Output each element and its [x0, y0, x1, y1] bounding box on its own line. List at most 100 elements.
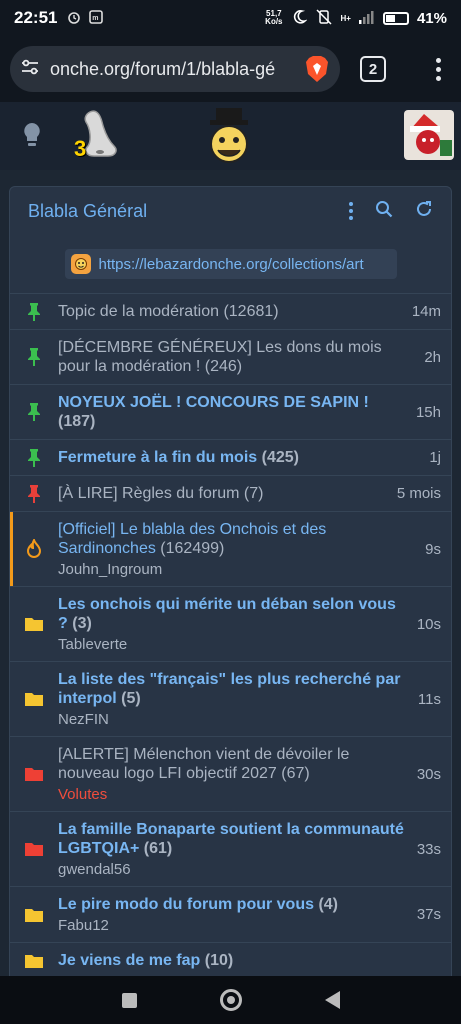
network-type: H+	[340, 13, 351, 23]
pin-icon	[24, 484, 44, 504]
topic-message-count: (3)	[72, 615, 92, 632]
pin-icon	[24, 402, 44, 422]
topic-title[interactable]: [ALERTE] Mélenchon vient de dévoiler le …	[58, 745, 407, 783]
recents-button[interactable]	[121, 992, 137, 1008]
topic-message-count: (187)	[58, 413, 96, 430]
topic-last-activity: 15h	[415, 403, 441, 421]
svg-text:m: m	[93, 15, 99, 22]
alarm-icon	[67, 10, 81, 27]
topic-message-count: (246)	[204, 358, 243, 375]
nose-count-badge: 3	[74, 136, 87, 161]
topic-row[interactable]: [DÉCEMBRE GÉNÉREUX] Les dons du mois pou…	[10, 329, 451, 384]
status-bar: 22:51 m 51,7 Ko/s H+ 41%	[0, 0, 461, 36]
forum-options-icon[interactable]	[349, 202, 353, 220]
topic-title[interactable]: Je viens de me fap (10)	[58, 951, 431, 970]
topic-last-activity: 14m	[411, 303, 441, 320]
vibrate-off-icon	[315, 8, 333, 28]
address-bar[interactable]: onche.org/forum/1/blabla-gé	[10, 46, 340, 92]
bazar-logo-icon	[70, 254, 91, 274]
topic-message-count: (7)	[243, 485, 264, 502]
topic-message-count: (67)	[281, 765, 310, 782]
back-button[interactable]	[324, 991, 340, 1009]
topic-list: Topic de la modération (12681) 14m [DÉCEMB…	[10, 293, 451, 978]
topic-last-activity: 11s	[417, 690, 441, 708]
topic-message-count: (162499)	[160, 540, 225, 557]
onche-mascot-logo[interactable]	[202, 106, 256, 166]
topic-row[interactable]: La famille Bonaparte soutient la communa…	[10, 811, 451, 886]
topic-author[interactable]: Fabu12	[58, 917, 407, 934]
topic-title[interactable]: Les onchois qui mérite un déban selon vo…	[58, 595, 407, 633]
network-speed: 51,7 Ko/s	[265, 9, 283, 26]
promo-link[interactable]: https://lebazardonche.org/collections/ar…	[64, 249, 397, 279]
pin-icon	[24, 302, 44, 322]
topic-author[interactable]: NezFIN	[58, 711, 408, 728]
topic-title[interactable]: Le pire modo du forum pour vous (4)	[58, 895, 407, 914]
battery-icon	[382, 11, 409, 25]
topic-row[interactable]: [ALERTE] Mélenchon vient de dévoiler le …	[10, 736, 451, 811]
topic-title[interactable]: Fermeture à la fin du mois (425)	[58, 448, 419, 467]
topic-row[interactable]: Topic de la modération (12681) 14m	[10, 293, 451, 329]
topic-message-count: (12681)	[223, 303, 279, 320]
topic-author[interactable]: gwendal56	[58, 861, 407, 878]
promo-link-text[interactable]: https://lebazardonche.org/collections/ar…	[99, 256, 364, 273]
topic-last-activity: 37s	[416, 906, 441, 923]
flame-icon	[24, 539, 44, 559]
folder-icon	[24, 953, 44, 969]
battery-percent: 41%	[416, 9, 447, 27]
tab-switcher-button[interactable]: 2	[360, 56, 386, 82]
topic-message-count: (10)	[204, 952, 234, 969]
topic-title[interactable]: [Officiel] Le blabla des Onchois et des …	[58, 520, 415, 558]
topic-author[interactable]: Jouhn_Ingroum	[58, 561, 415, 578]
topic-title[interactable]: La liste des "français" les plus recherc…	[58, 670, 408, 708]
topic-last-activity: 5 mois	[396, 485, 441, 502]
home-button[interactable]	[219, 989, 242, 1011]
topic-message-count: (61)	[143, 840, 173, 857]
topic-title[interactable]: [DÉCEMBRE GÉNÉREUX] Les dons du mois pou…	[58, 338, 414, 376]
topic-row[interactable]: Fermeture à la fin du mois (425) 1j	[10, 439, 451, 475]
site-header: 3	[0, 102, 461, 170]
folder-icon	[24, 907, 44, 923]
browser-menu-icon[interactable]	[436, 57, 441, 81]
topic-last-activity: 1j	[429, 449, 441, 466]
topic-row[interactable]: Le pire modo du forum pour vous (4) Fabu1…	[10, 886, 451, 942]
topic-author[interactable]: Tableverte	[58, 636, 407, 653]
folder-icon	[24, 766, 44, 782]
url-text[interactable]: onche.org/forum/1/blabla-gé	[50, 59, 294, 80]
topic-last-activity: 30s	[416, 765, 441, 783]
signal-icon	[358, 10, 375, 27]
topic-title[interactable]: [À LIRE] Règles du forum (7)	[58, 484, 387, 503]
browser-toolbar: onche.org/forum/1/blabla-gé 2	[0, 36, 461, 102]
forum-header: Blabla Général	[10, 187, 451, 235]
forum-card: Blabla Général https://lebazardonche.org…	[9, 186, 452, 986]
topic-row[interactable]: [Officiel] Le blabla des Onchois et des …	[10, 511, 451, 586]
topic-row[interactable]: Je viens de me fap (10)	[10, 942, 451, 978]
dnd-moon-icon	[291, 9, 308, 28]
search-icon[interactable]	[375, 200, 393, 223]
pin-icon	[24, 347, 44, 367]
topic-last-activity: 9s	[425, 540, 441, 558]
topic-title[interactable]: NOYEUX JOËL ! CONCOURS DE SAPIN ! (187)	[58, 393, 406, 431]
folder-icon	[24, 616, 44, 632]
topic-row[interactable]: La liste des "français" les plus recherc…	[10, 661, 451, 736]
topic-message-count: (425)	[261, 449, 299, 466]
topic-author[interactable]: Volutes	[58, 786, 407, 803]
forum-title[interactable]: Blabla Général	[28, 201, 147, 222]
pin-icon	[24, 448, 44, 468]
folder-icon	[24, 841, 44, 857]
folder-icon	[24, 691, 44, 707]
clock: 22:51	[14, 8, 58, 27]
topic-row[interactable]: Les onchois qui mérite un déban selon vo…	[10, 586, 451, 661]
user-avatar[interactable]	[404, 110, 454, 160]
site-settings-icon[interactable]	[20, 58, 40, 81]
topic-message-count: (5)	[121, 690, 141, 707]
topic-message-count: (4)	[318, 896, 339, 913]
topic-last-activity: 10s	[416, 615, 441, 633]
topic-row[interactable]: NOYEUX JOËL ! CONCOURS DE SAPIN ! (187) 1…	[10, 384, 451, 439]
brave-shields-icon[interactable]	[304, 55, 330, 83]
lightbulb-icon[interactable]	[22, 122, 42, 153]
refresh-icon[interactable]	[415, 200, 433, 223]
topic-title[interactable]: Topic de la modération (12681)	[58, 302, 402, 321]
android-nav-bar	[0, 976, 461, 1024]
topic-title[interactable]: La famille Bonaparte soutient la communa…	[58, 820, 407, 858]
topic-row[interactable]: [À LIRE] Règles du forum (7) 5 mois	[10, 475, 451, 511]
